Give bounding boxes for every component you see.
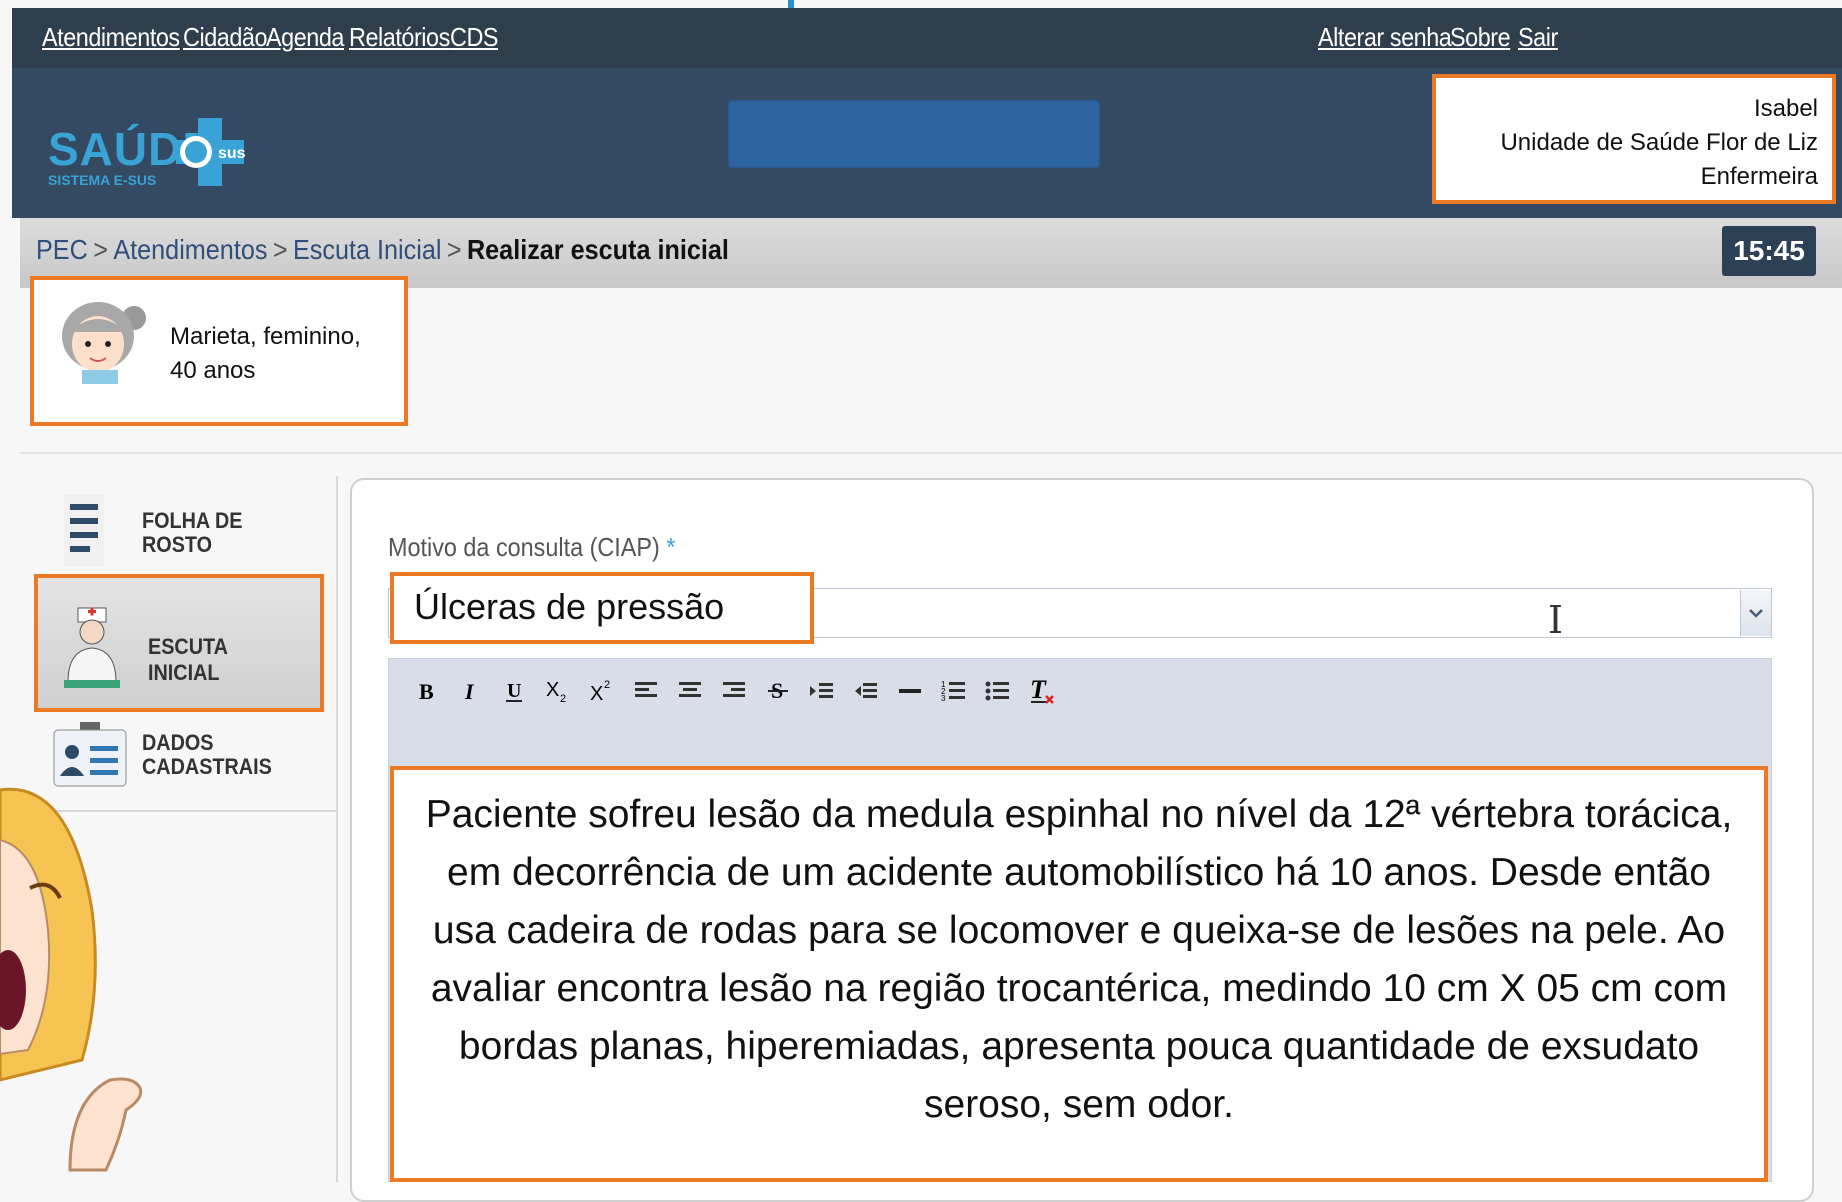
italic-icon[interactable]: I bbox=[448, 669, 492, 713]
editor-toolbar: B I U X2 X2 S 123 T bbox=[404, 666, 1064, 716]
patient-age: 40 anos bbox=[170, 357, 256, 384]
align-left-icon[interactable] bbox=[624, 669, 668, 713]
patient-card: Marieta, feminino, 40 anos bbox=[30, 276, 408, 426]
patient-avatar-icon bbox=[62, 302, 146, 384]
nav-cidadao[interactable]: Cidadão bbox=[183, 22, 267, 53]
breadcrumb-pec[interactable]: PEC bbox=[36, 234, 88, 265]
align-right-icon[interactable] bbox=[712, 669, 756, 713]
nav-agenda[interactable]: Agenda bbox=[266, 22, 344, 53]
superscript-icon[interactable]: X2 bbox=[580, 669, 624, 713]
header-search-box[interactable] bbox=[728, 100, 1100, 168]
clock-badge: 15:45 bbox=[1722, 226, 1816, 276]
chevron-down-icon bbox=[1749, 609, 1763, 618]
sidebar-label-folha-line1: FOLHA DE bbox=[142, 508, 243, 533]
motivo-label-text: Motivo da consulta (CIAP) bbox=[388, 532, 660, 562]
motivo-consulta-label: Motivo da consulta (CIAP) * bbox=[388, 532, 675, 563]
sidebar-divider bbox=[336, 476, 338, 1182]
user-info-box: Isabel Unidade de Saúde Flor de Liz Enfe… bbox=[1432, 74, 1836, 204]
required-marker: * bbox=[666, 532, 676, 562]
svg-text:X: X bbox=[590, 683, 603, 704]
top-marker bbox=[788, 0, 794, 8]
clear-format-icon[interactable]: T bbox=[1020, 669, 1064, 713]
bold-icon[interactable]: B bbox=[404, 669, 448, 713]
outdent-icon[interactable] bbox=[844, 669, 888, 713]
breadcrumb-separator: > bbox=[446, 234, 462, 265]
patient-summary: Marieta, feminino, 40 anos bbox=[170, 320, 361, 388]
subscript-icon[interactable]: X2 bbox=[536, 669, 580, 713]
breadcrumb-atendimentos[interactable]: Atendimentos bbox=[113, 234, 267, 265]
unordered-list-icon[interactable] bbox=[976, 669, 1020, 713]
logo-badge-text: sus bbox=[218, 145, 246, 162]
breadcrumb-current: Realizar escuta inicial bbox=[466, 234, 729, 265]
svg-text:U: U bbox=[507, 680, 521, 702]
underline-icon[interactable]: U bbox=[492, 669, 536, 713]
svg-text:2: 2 bbox=[604, 679, 610, 691]
user-unit: Unidade de Saúde Flor de Liz bbox=[1500, 129, 1818, 156]
patient-name-gender: Marieta, feminino, bbox=[170, 323, 361, 350]
nurse-icon bbox=[64, 607, 120, 688]
esus-cross-icon: sus bbox=[176, 118, 246, 186]
svg-text:2: 2 bbox=[560, 693, 566, 704]
cartoon-girl-illustration bbox=[0, 787, 143, 1172]
ciap-dropdown-button[interactable] bbox=[1740, 590, 1771, 636]
ordered-list-icon[interactable]: 123 bbox=[932, 669, 976, 713]
breadcrumb-separator: > bbox=[272, 234, 288, 265]
document-icon bbox=[64, 494, 104, 566]
user-role: Enfermeira bbox=[1700, 163, 1818, 190]
nav-sair[interactable]: Sair bbox=[1518, 22, 1558, 53]
nav-alterar-senha[interactable]: Alterar senha bbox=[1318, 22, 1452, 53]
nav-cds[interactable]: CDS bbox=[450, 22, 499, 53]
user-name: Isabel bbox=[1753, 95, 1818, 122]
clinical-note-callout: Paciente sofreu lesão da medula espinhal… bbox=[390, 766, 1768, 1182]
sidebar-label-dados-line1: DADOS bbox=[142, 730, 214, 755]
sidebar-label-folha-line2: ROSTO bbox=[142, 532, 213, 557]
sidebar-label-escuta: ESCUTA INICIAL bbox=[148, 634, 228, 685]
section-divider bbox=[20, 452, 1842, 454]
breadcrumb: PEC > Atendimentos > Escuta Inicial > Realizar… bbox=[36, 234, 729, 266]
svg-text:T: T bbox=[1030, 676, 1047, 704]
nav-relatorios[interactable]: Relatórios bbox=[349, 22, 450, 53]
text-cursor-icon: I bbox=[1548, 598, 1564, 642]
svg-text:X: X bbox=[546, 679, 559, 701]
svg-text:I: I bbox=[464, 679, 475, 703]
breadcrumb-separator: > bbox=[93, 234, 108, 265]
strikethrough-icon[interactable]: S bbox=[756, 669, 800, 713]
align-center-icon[interactable] bbox=[668, 669, 712, 713]
ciap-value-callout: Úlceras de pressão bbox=[390, 572, 814, 644]
sidebar-label-dados-line2: CADASTRAIS bbox=[142, 754, 272, 779]
nav-sobre[interactable]: Sobre bbox=[1450, 22, 1511, 53]
breadcrumb-escuta-inicial[interactable]: Escuta Inicial bbox=[293, 234, 441, 265]
svg-text:3: 3 bbox=[941, 694, 946, 703]
svg-text:B: B bbox=[419, 679, 434, 703]
top-nav-bar: Atendimentos Cidadão Agenda Relatórios C… bbox=[12, 8, 1842, 68]
horizontal-rule-icon[interactable] bbox=[888, 669, 932, 713]
indent-icon[interactable] bbox=[800, 669, 844, 713]
nav-atendimentos[interactable]: Atendimentos bbox=[42, 22, 180, 53]
sidebar-item-escuta-inicial[interactable]: ESCUTA INICIAL bbox=[34, 574, 324, 712]
